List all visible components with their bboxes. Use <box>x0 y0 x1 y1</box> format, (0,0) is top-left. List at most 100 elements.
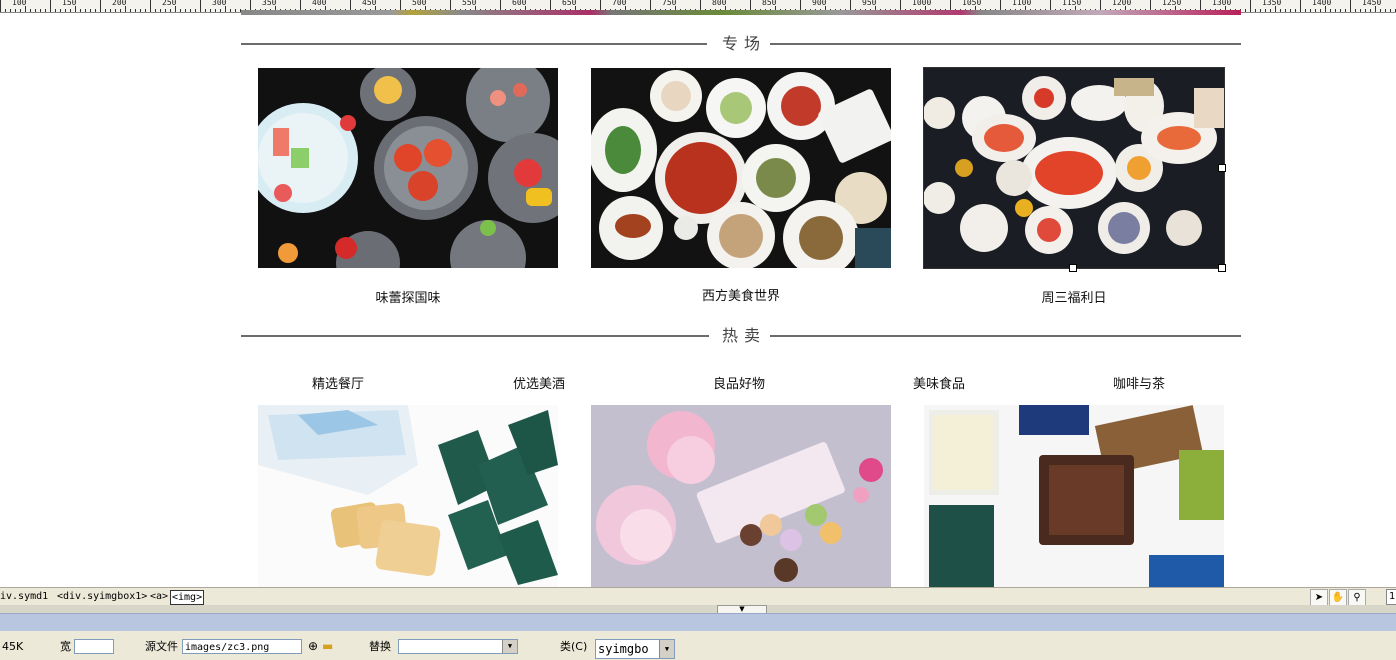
ruler-tick <box>1385 9 1386 12</box>
ruler-label: 900 <box>812 0 827 7</box>
tag-img[interactable]: <img> <box>170 590 205 605</box>
ruler-tick <box>195 9 196 12</box>
point-to-file-icon[interactable]: ⊕ <box>308 639 318 653</box>
previous-images-strip <box>241 10 1241 15</box>
ruler-label: 950 <box>862 0 877 7</box>
ruler-tick <box>1265 9 1266 12</box>
special-image-3[interactable] <box>923 67 1225 269</box>
ruler-tick <box>150 0 151 12</box>
ruler-tick <box>140 9 141 12</box>
ruler-tick <box>40 9 41 12</box>
ruler-tick <box>1355 9 1356 12</box>
chevron-down-icon[interactable]: ▼ <box>502 640 517 653</box>
hot-nav-item-wine[interactable]: 优选美酒 <box>513 373 565 392</box>
hot-nav-item-goods[interactable]: 良品好物 <box>713 373 765 392</box>
ruler-tick <box>15 9 16 12</box>
alt-select[interactable]: ▼ <box>398 639 518 654</box>
width-field[interactable] <box>74 639 114 654</box>
chevron-down-icon[interactable]: ▼ <box>659 640 674 658</box>
special-image-2[interactable] <box>591 68 891 268</box>
ruler-tick <box>180 9 181 12</box>
ruler-tick <box>110 9 111 12</box>
ruler-tick <box>50 0 51 12</box>
ruler-tick <box>1310 9 1311 12</box>
ruler-label: 600 <box>512 0 527 7</box>
hot-nav-item-coffee-tea[interactable]: 咖啡与茶 <box>1113 373 1165 392</box>
ruler-tick <box>170 9 171 12</box>
zoom-tool-icon[interactable]: ⚲ <box>1348 589 1366 606</box>
ruler-tick <box>205 9 206 12</box>
ruler-tick <box>200 0 201 12</box>
lobster-feast-image <box>924 68 1224 268</box>
ruler-tick <box>120 9 121 12</box>
ruler-label: 650 <box>562 0 577 7</box>
ruler-tick <box>0 0 1 12</box>
ruler-tick <box>1390 9 1391 12</box>
tag-toolbar: ➤ ✋ ⚲ 100 <box>1310 589 1396 606</box>
ruler-tick <box>135 9 136 12</box>
source-file-field[interactable]: images/zc3.png <box>182 639 302 654</box>
folder-icon[interactable]: ▬ <box>322 639 333 653</box>
section-title: 热卖 <box>711 326 770 345</box>
tag-div-syimgbox1[interactable]: <div.syimgbox1> <box>57 590 147 603</box>
ruler-tick <box>230 9 231 12</box>
ruler-tick <box>1285 9 1286 12</box>
ruler-label: 800 <box>712 0 727 7</box>
hot-image-2[interactable] <box>591 405 891 587</box>
ruler-label: 1350 <box>1262 0 1282 7</box>
chocolate-box-image <box>924 405 1224 587</box>
zoom-level-field[interactable]: 100 <box>1386 589 1396 605</box>
ruler-label: 150 <box>62 0 77 7</box>
ruler-label: 450 <box>362 0 377 7</box>
class-value: syimgbo <box>598 642 649 656</box>
ruler-label: 400 <box>312 0 327 7</box>
section-title: 专场 <box>711 34 770 53</box>
special-caption-1: 味蕾探国味 <box>375 291 441 306</box>
ruler-tick <box>1270 9 1271 12</box>
ruler-tick <box>1250 0 1251 12</box>
ruler-label: 1250 <box>1162 0 1182 7</box>
ruler-label: 350 <box>262 0 277 7</box>
ruler-tick <box>1320 9 1321 12</box>
ruler-tick <box>1290 9 1291 12</box>
hot-nav-item-food[interactable]: 美味食品 <box>913 373 965 392</box>
class-select[interactable]: syimgbo ▼ <box>595 639 675 659</box>
ruler-tick <box>1245 9 1246 12</box>
ruler-tick <box>10 9 11 12</box>
resize-handle-bottom[interactable] <box>1069 264 1077 272</box>
ruler-tick <box>105 9 106 12</box>
hot-image-1[interactable] <box>258 405 558 587</box>
resize-handle-corner[interactable] <box>1218 264 1226 272</box>
ruler-label: 1150 <box>1062 0 1082 7</box>
ruler-label: 250 <box>162 0 177 7</box>
special-image-1[interactable] <box>258 68 558 268</box>
alt-label: 替换 <box>369 640 391 653</box>
ruler-label: 550 <box>462 0 477 7</box>
ruler-tick <box>65 9 66 12</box>
hot-image-3[interactable] <box>924 405 1224 587</box>
tag-div-symd1[interactable]: iv.symd1 <box>0 590 48 603</box>
ruler-tick <box>1380 9 1381 12</box>
special-caption-3: 周三福利日 <box>1041 291 1107 306</box>
ruler-tick <box>1300 0 1301 12</box>
ruler-tick <box>165 9 166 12</box>
ruler-tick <box>85 9 86 12</box>
hand-tool-icon[interactable]: ✋ <box>1329 589 1347 606</box>
ruler-tick <box>90 9 91 12</box>
ruler-tick <box>55 9 56 12</box>
ruler-label: 1050 <box>962 0 982 7</box>
resize-handle-right[interactable] <box>1218 164 1226 172</box>
ruler-tick <box>1295 9 1296 12</box>
ruler-tick <box>1345 9 1346 12</box>
ruler-tick <box>45 9 46 12</box>
tag-a[interactable]: <a> <box>150 590 168 603</box>
hot-nav-item-restaurants[interactable]: 精选餐厅 <box>312 373 364 392</box>
pointer-tool-icon[interactable]: ➤ <box>1310 589 1328 606</box>
file-size-label: 45K <box>2 640 24 653</box>
class-label: 类(C) <box>560 640 588 653</box>
ruler-tick <box>35 9 36 12</box>
ruler-tick <box>220 9 221 12</box>
ruler-tick <box>1335 9 1336 12</box>
source-file-label: 源文件 <box>145 640 178 653</box>
ruler-label: 1100 <box>1012 0 1032 7</box>
